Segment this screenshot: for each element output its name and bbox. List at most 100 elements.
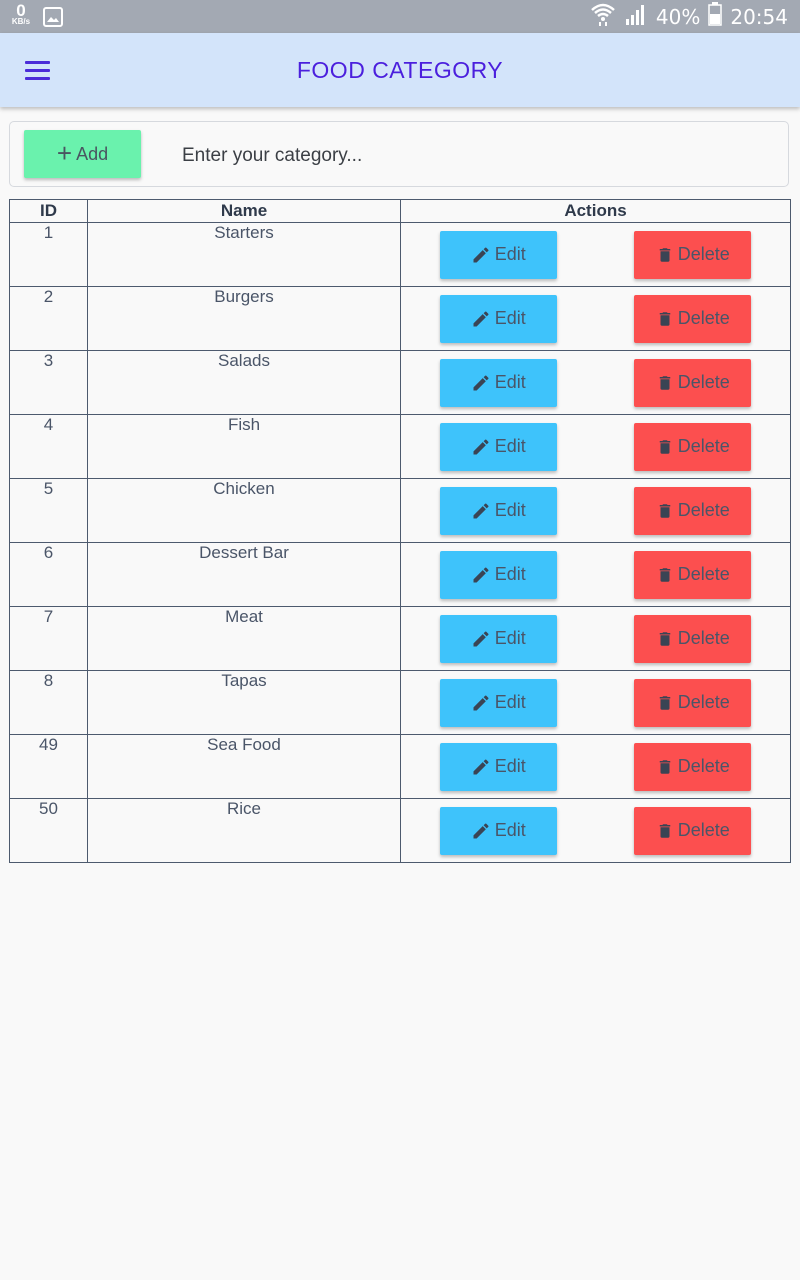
edit-button[interactable]: Edit — [439, 230, 557, 279]
delete-button[interactable]: Delete — [634, 678, 752, 727]
row-actions: Edit Delete — [400, 350, 791, 415]
signal-icon — [624, 3, 648, 30]
edit-button[interactable]: Edit — [439, 486, 557, 535]
delete-button[interactable]: Delete — [634, 614, 752, 663]
trash-icon — [656, 629, 674, 649]
delete-button-label: Delete — [677, 372, 730, 392]
trash-icon — [656, 245, 674, 265]
edit-button[interactable]: Edit — [439, 614, 557, 663]
pencil-icon — [471, 693, 491, 713]
pencil-icon — [471, 757, 491, 777]
row-id: 8 — [9, 670, 88, 735]
edit-button-label: Edit — [494, 628, 526, 648]
add-button-label: Add — [76, 143, 109, 164]
edit-button[interactable]: Edit — [439, 358, 557, 407]
status-bar: 0 KB/s 40% 20:54 — [0, 0, 800, 33]
edit-button[interactable]: Edit — [439, 678, 557, 727]
delete-button-label: Delete — [677, 436, 730, 456]
edit-button-label: Edit — [494, 244, 526, 264]
row-name: Chicken — [87, 478, 401, 543]
delete-button-label: Delete — [677, 820, 730, 840]
row-name: Starters — [87, 222, 401, 287]
table-row: 5 Chicken Edit Delete — [9, 478, 791, 543]
trash-icon — [656, 373, 674, 393]
delete-button[interactable]: Delete — [634, 486, 752, 535]
category-input[interactable] — [180, 138, 764, 174]
table-row: 49 Sea Food Edit Delete — [9, 734, 791, 799]
column-header-actions: Actions — [400, 199, 791, 223]
delete-button[interactable]: Delete — [634, 230, 752, 279]
pencil-icon — [471, 501, 491, 521]
table-row: 4 Fish Edit Delete — [9, 414, 791, 479]
table-row: 2 Burgers Edit Delete — [9, 286, 791, 351]
page-title: FOOD CATEGORY — [296, 57, 504, 83]
edit-button[interactable]: Edit — [439, 422, 557, 471]
delete-button[interactable]: Delete — [634, 550, 752, 599]
row-id: 2 — [9, 286, 88, 351]
pencil-icon — [471, 437, 491, 457]
row-actions: Edit Delete — [400, 286, 791, 351]
add-button[interactable]: + Add — [24, 130, 141, 178]
table-row: 1 Starters Edit Delete — [9, 222, 791, 287]
row-id: 6 — [9, 542, 88, 607]
row-actions: Edit Delete — [400, 542, 791, 607]
edit-button-label: Edit — [494, 500, 526, 520]
wifi-icon — [590, 2, 616, 31]
row-name: Salads — [87, 350, 401, 415]
network-speed-indicator: 0 KB/s — [9, 2, 33, 26]
network-speed-unit: KB/s — [11, 17, 31, 26]
trash-icon — [656, 565, 674, 585]
table-row: 6 Dessert Bar Edit Delete — [9, 542, 791, 607]
battery-percent: 40% — [655, 4, 701, 29]
edit-button-label: Edit — [494, 756, 526, 776]
clock: 20:54 — [730, 4, 788, 29]
pencil-icon — [471, 565, 491, 585]
column-header-id: ID — [9, 199, 88, 223]
trash-icon — [656, 757, 674, 777]
table-header-row: ID Name Actions — [9, 199, 791, 223]
table-row: 7 Meat Edit Delete — [9, 606, 791, 671]
edit-button-label: Edit — [494, 564, 526, 584]
delete-button[interactable]: Delete — [634, 422, 752, 471]
add-category-bar: + Add — [9, 121, 789, 187]
edit-button[interactable]: Edit — [439, 294, 557, 343]
row-name: Sea Food — [87, 734, 401, 799]
delete-button[interactable]: Delete — [634, 358, 752, 407]
table-row: 50 Rice Edit Delete — [9, 798, 791, 863]
row-actions: Edit Delete — [400, 414, 791, 479]
category-table: ID Name Actions 1 Starters Edit Delete 2… — [9, 199, 791, 863]
row-id: 1 — [9, 222, 88, 287]
row-id: 3 — [9, 350, 88, 415]
row-actions: Edit Delete — [400, 734, 791, 799]
delete-button[interactable]: Delete — [634, 742, 752, 791]
row-name: Burgers — [87, 286, 401, 351]
row-name: Dessert Bar — [87, 542, 401, 607]
delete-button-label: Delete — [677, 628, 730, 648]
delete-button-label: Delete — [677, 500, 730, 520]
edit-button[interactable]: Edit — [439, 742, 557, 791]
delete-button[interactable]: Delete — [634, 806, 752, 855]
pencil-icon — [471, 373, 491, 393]
row-name: Rice — [87, 798, 401, 863]
edit-button-label: Edit — [494, 692, 526, 712]
pencil-icon — [471, 629, 491, 649]
row-id: 50 — [9, 798, 88, 863]
row-id: 4 — [9, 414, 88, 479]
column-header-name: Name — [87, 199, 401, 223]
edit-button-label: Edit — [494, 308, 526, 328]
table-row: 3 Salads Edit Delete — [9, 350, 791, 415]
hamburger-menu-icon[interactable] — [25, 61, 50, 81]
row-actions: Edit Delete — [400, 606, 791, 671]
delete-button[interactable]: Delete — [634, 294, 752, 343]
edit-button-label: Edit — [494, 820, 526, 840]
table-row: 8 Tapas Edit Delete — [9, 670, 791, 735]
row-name: Meat — [87, 606, 401, 671]
pencil-icon — [471, 309, 491, 329]
gallery-notification-icon — [43, 7, 63, 32]
edit-button[interactable]: Edit — [439, 806, 557, 855]
row-actions: Edit Delete — [400, 670, 791, 735]
edit-button[interactable]: Edit — [439, 550, 557, 599]
edit-button-label: Edit — [494, 372, 526, 392]
trash-icon — [656, 501, 674, 521]
delete-button-label: Delete — [677, 692, 730, 712]
